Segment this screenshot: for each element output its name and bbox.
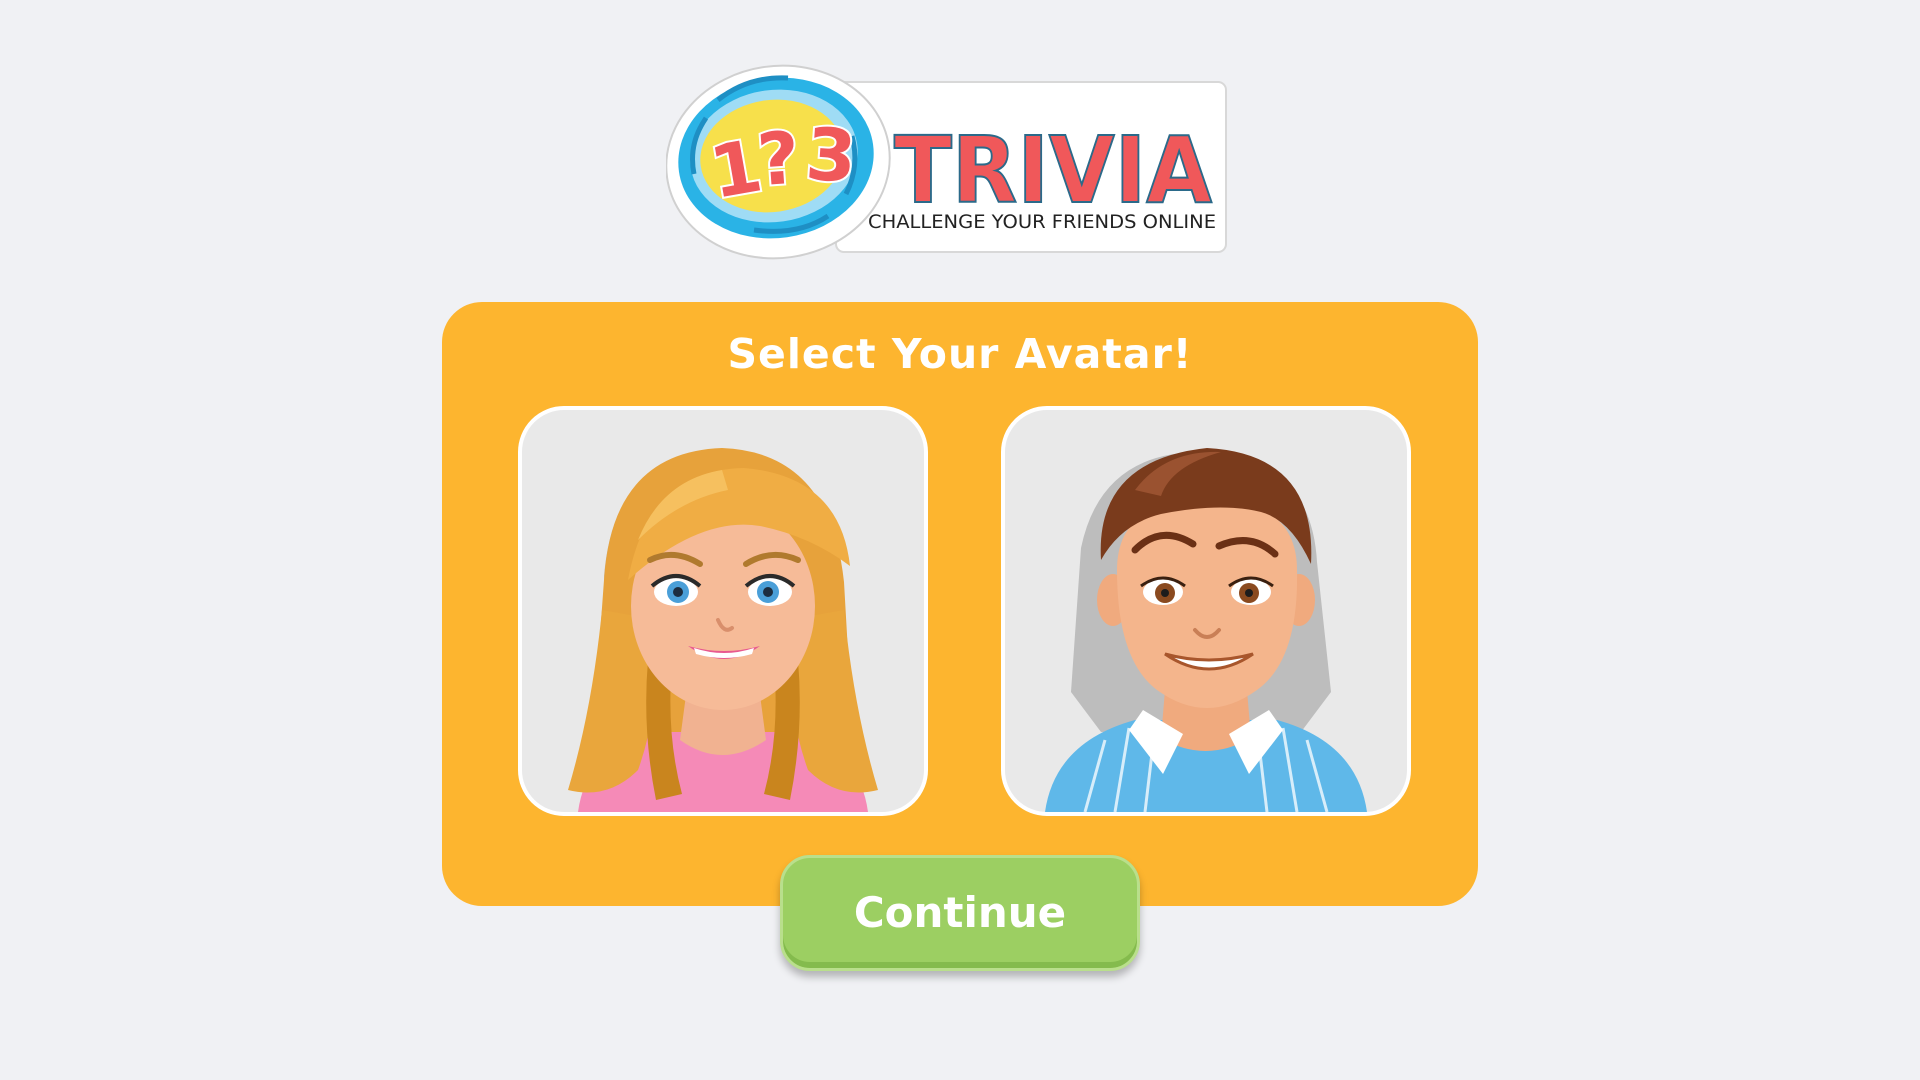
girl-avatar-icon (568, 448, 878, 812)
avatar-panel: Select Your Avatar! (442, 302, 1478, 906)
avatar-option-female[interactable] (518, 406, 928, 816)
trivia-logo: 1 ? 3 TRIVIA CHALLENGE YOUR FRIENDS ONLI… (666, 56, 1228, 260)
avatar-select-screen: 1 ? 3 TRIVIA CHALLENGE YOUR FRIENDS ONLI… (0, 0, 1920, 1080)
logo-digit-3: 3 (803, 112, 859, 199)
boy-avatar-icon (1045, 448, 1367, 812)
panel-title: Select Your Avatar! (727, 330, 1193, 378)
avatar-option-male[interactable] (1001, 406, 1411, 816)
logo-wordmark: TRIVIA (894, 117, 1212, 224)
logo-tagline: CHALLENGE YOUR FRIENDS ONLINE (868, 211, 1216, 233)
continue-button[interactable]: Continue (780, 855, 1140, 971)
logo-digit-question: ? (755, 115, 803, 202)
